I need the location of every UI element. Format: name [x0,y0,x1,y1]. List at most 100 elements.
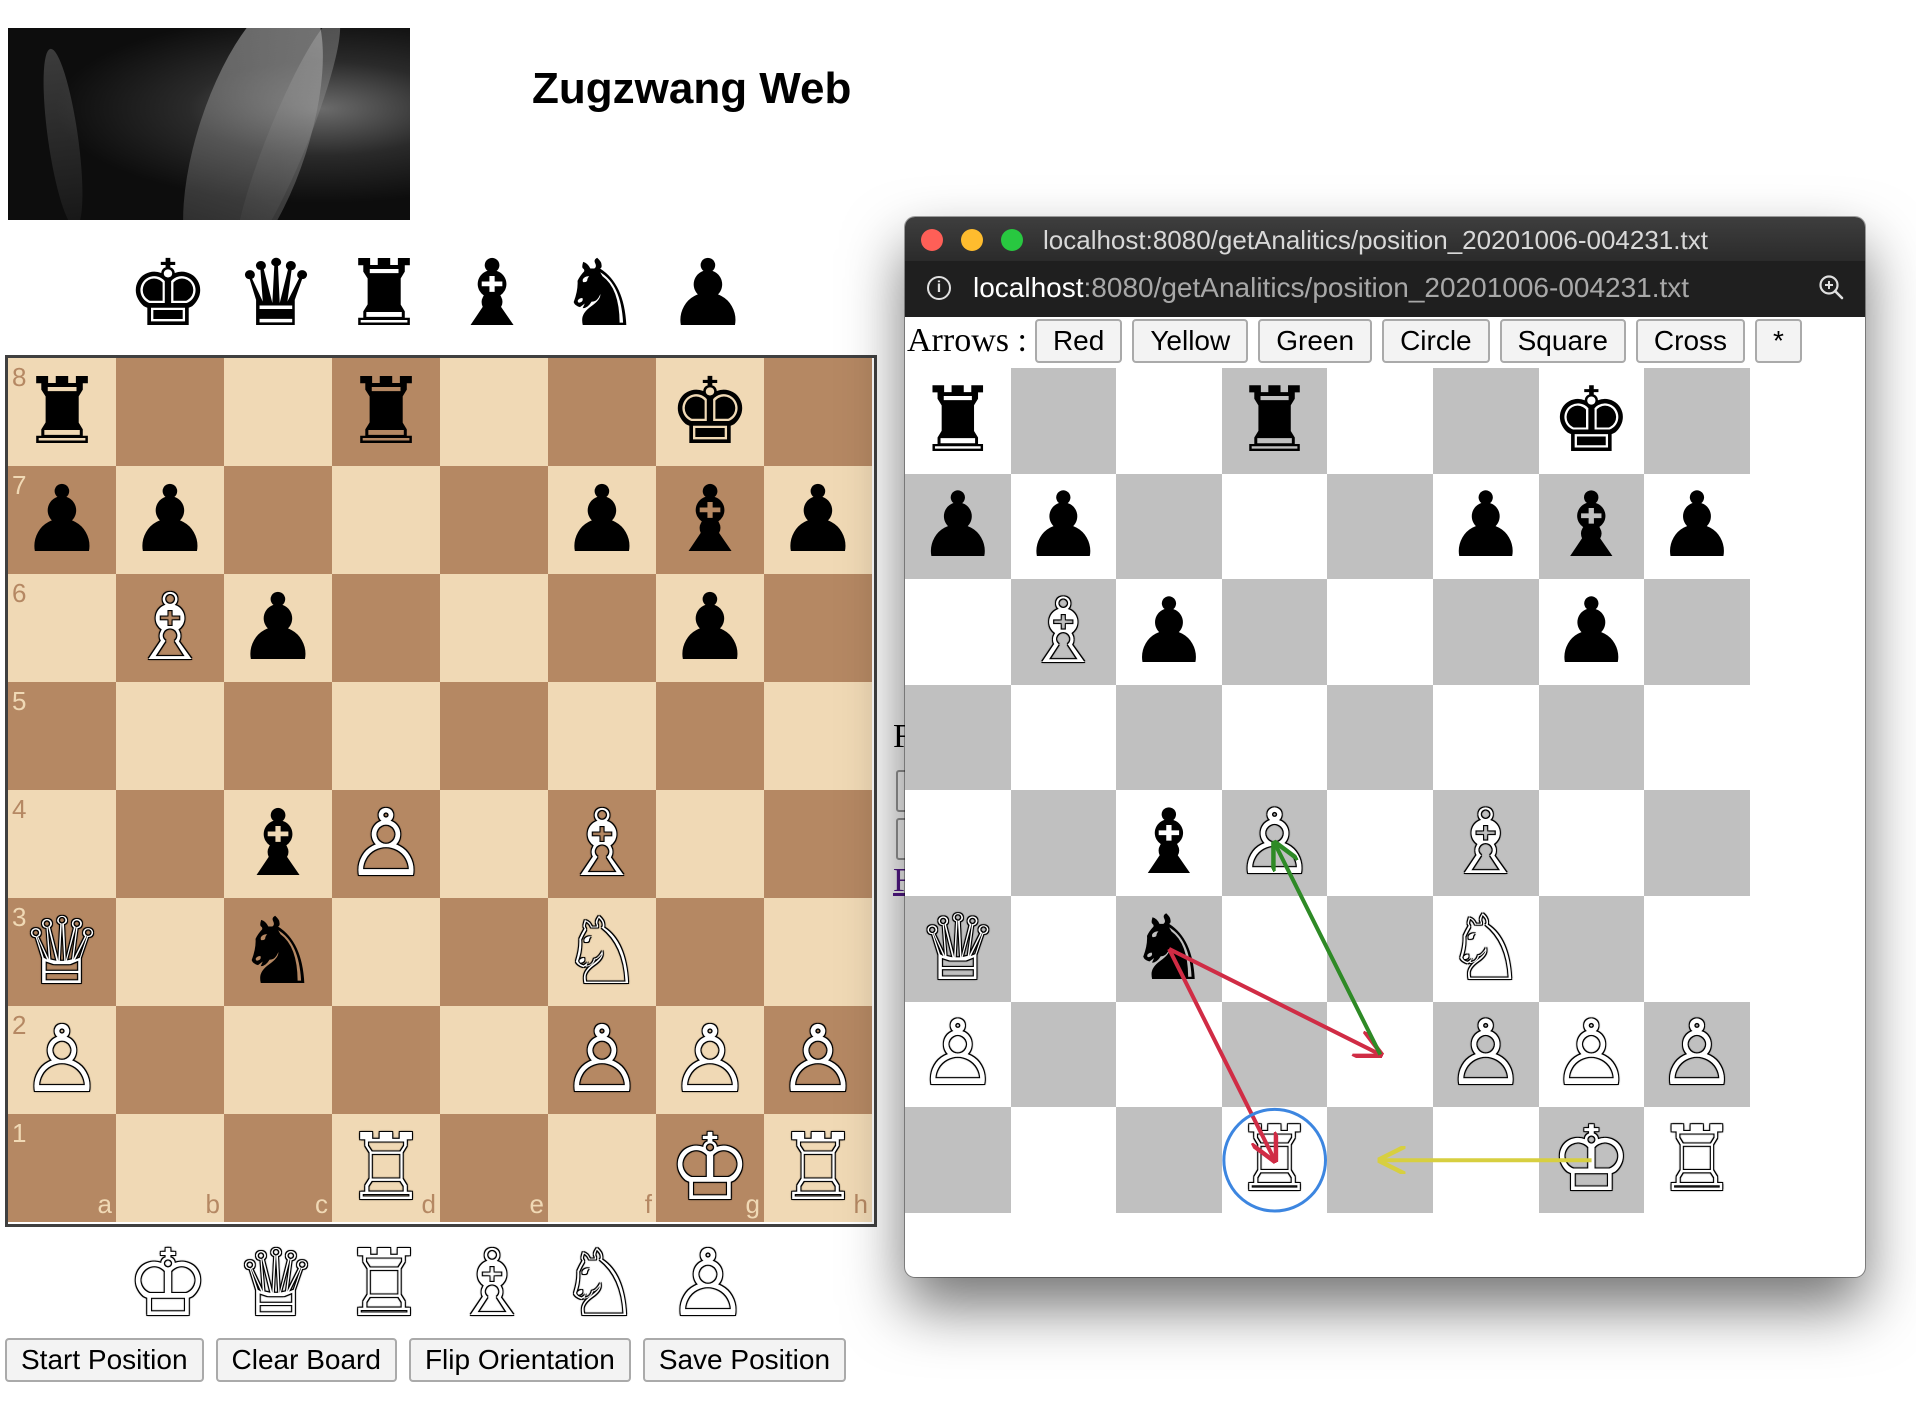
square-g8[interactable]: ♚ [656,358,764,466]
analysis-square-c3[interactable]: ♞ [1116,895,1222,1002]
start-position-button[interactable]: Start Position [5,1338,204,1382]
white-bishop-piece[interactable]: ♗ [1445,798,1526,888]
white-pawn-piece[interactable]: ♙ [669,1014,751,1106]
square-h2[interactable]: ♙ [764,1006,872,1114]
black-pawn-piece[interactable]: ♟ [1023,481,1104,571]
analysis-square-c1[interactable] [1116,1107,1222,1213]
square-g5[interactable] [656,682,764,790]
square-e6[interactable] [440,574,548,682]
white-pawn-piece[interactable]: ♙ [777,1014,859,1106]
address-bar[interactable]: i localhost:8080/getAnalitics/position_2… [905,261,1865,317]
analysis-square-a6[interactable] [905,579,1011,685]
analysis-board[interactable]: ♜ ♜ ♚ ♟ ♟ ♟ ♝ ♟ ♗ ♟ ♟ ♝ ♙ ♗ ♕ ♞ ♘ ♙ ♙ ♙ ♙ ♖ ♔ ♖ [905,368,1750,1213]
white-rook-piece[interactable]: ♖ [345,1122,427,1214]
white-knight-piece[interactable]: ♘ [1445,903,1526,994]
analysis-square-g3[interactable] [1538,895,1645,1002]
white-rook-piece[interactable]: ♖ [1657,1114,1738,1205]
analysis-square-a8[interactable]: ♜ [905,368,1011,474]
spare-black-rook[interactable]: ♜ [330,240,438,348]
square-c5[interactable] [224,682,332,790]
black-pawn-piece[interactable]: ♟ [1551,586,1632,677]
analysis-square-e4[interactable] [1327,790,1433,896]
black-bishop-piece[interactable]: ♝ [669,474,751,566]
analysis-square-d6[interactable] [1221,579,1328,685]
square-f2[interactable]: ♙ [548,1006,656,1114]
green-arrow-button[interactable]: Green [1258,319,1373,363]
minimize-window-button[interactable] [961,229,983,251]
analysis-square-e7[interactable] [1327,473,1433,580]
square-e7[interactable] [440,466,548,574]
clear-annotations-button[interactable]: * [1755,319,1802,363]
square-d2[interactable] [332,1006,440,1114]
analysis-square-d8[interactable]: ♜ [1221,368,1328,474]
square-e2[interactable] [440,1006,548,1114]
white-pawn-piece[interactable]: ♙ [917,1009,998,1099]
white-pawn-piece[interactable]: ♙ [345,798,427,890]
analysis-square-b8[interactable] [1010,368,1117,474]
analysis-square-c8[interactable] [1116,368,1222,474]
analysis-square-c6[interactable]: ♟ [1116,579,1222,685]
analysis-square-f6[interactable] [1432,579,1539,685]
window-titlebar[interactable]: localhost:8080/getAnalitics/position_202… [905,217,1865,261]
square-b7[interactable]: ♟ [116,466,224,574]
analysis-square-f2[interactable]: ♙ [1432,1001,1539,1108]
white-knight-piece[interactable]: ♘ [559,1238,641,1330]
square-g6[interactable]: ♟ [656,574,764,682]
white-queen-piece[interactable]: ♕ [235,1238,317,1330]
close-window-button[interactable] [921,229,943,251]
square-g1[interactable]: g ♔ [656,1114,764,1222]
white-pawn-piece[interactable]: ♙ [1551,1009,1632,1099]
black-pawn-piece[interactable]: ♟ [667,248,749,340]
spare-black-queen[interactable]: ♛ [222,240,330,348]
black-bishop-piece[interactable]: ♝ [1551,481,1632,571]
analysis-square-a3[interactable]: ♕ [905,895,1011,1002]
analysis-square-g4[interactable] [1538,790,1645,896]
analysis-square-h4[interactable] [1644,790,1750,896]
analysis-square-h1[interactable]: ♖ [1644,1107,1750,1213]
black-pawn-piece[interactable]: ♟ [237,582,319,674]
square-e4[interactable] [440,790,548,898]
square-g4[interactable] [656,790,764,898]
white-pawn-piece[interactable]: ♙ [1234,798,1315,888]
analysis-square-g6[interactable]: ♟ [1538,579,1645,685]
spare-black-knight[interactable]: ♞ [546,240,654,348]
spare-black-pawn[interactable]: ♟ [654,240,762,348]
black-rook-piece[interactable]: ♜ [917,375,998,466]
square-b6[interactable]: ♗ [116,574,224,682]
black-knight-piece[interactable]: ♞ [559,248,641,340]
black-rook-piece[interactable]: ♜ [1234,375,1315,466]
square-a7[interactable]: 7 ♟ [8,466,116,574]
square-b4[interactable] [116,790,224,898]
analysis-square-f7[interactable]: ♟ [1432,473,1539,580]
square-g7[interactable]: ♝ [656,466,764,574]
white-knight-piece[interactable]: ♘ [561,906,643,998]
analysis-square-c4[interactable]: ♝ [1116,790,1222,896]
zoom-window-button[interactable] [1001,229,1023,251]
spare-white-queen[interactable]: ♕ [222,1230,330,1338]
white-bishop-piece[interactable]: ♗ [451,1238,533,1330]
black-pawn-piece[interactable]: ♟ [777,474,859,566]
square-h6[interactable] [764,574,872,682]
white-queen-piece[interactable]: ♕ [21,906,103,998]
black-king-piece[interactable]: ♚ [127,248,209,340]
analysis-square-h2[interactable]: ♙ [1644,1001,1750,1108]
square-button[interactable]: Square [1499,319,1626,363]
black-pawn-piece[interactable]: ♟ [1129,586,1210,677]
analysis-square-e1[interactable] [1327,1107,1433,1213]
square-h4[interactable] [764,790,872,898]
square-c6[interactable]: ♟ [224,574,332,682]
black-bishop-piece[interactable]: ♝ [237,798,319,890]
analysis-square-a4[interactable] [905,790,1011,896]
square-b8[interactable] [116,358,224,466]
circle-button[interactable]: Circle [1382,319,1490,363]
analysis-square-d1[interactable]: ♖ [1221,1107,1328,1213]
black-pawn-piece[interactable]: ♟ [1657,481,1738,571]
square-b3[interactable] [116,898,224,1006]
square-c4[interactable]: ♝ [224,790,332,898]
spare-white-king[interactable]: ♔ [114,1230,222,1338]
square-f8[interactable] [548,358,656,466]
analysis-square-g1[interactable]: ♔ [1538,1107,1645,1213]
analysis-square-g7[interactable]: ♝ [1538,473,1645,580]
square-h7[interactable]: ♟ [764,466,872,574]
analysis-square-d2[interactable] [1221,1001,1328,1108]
